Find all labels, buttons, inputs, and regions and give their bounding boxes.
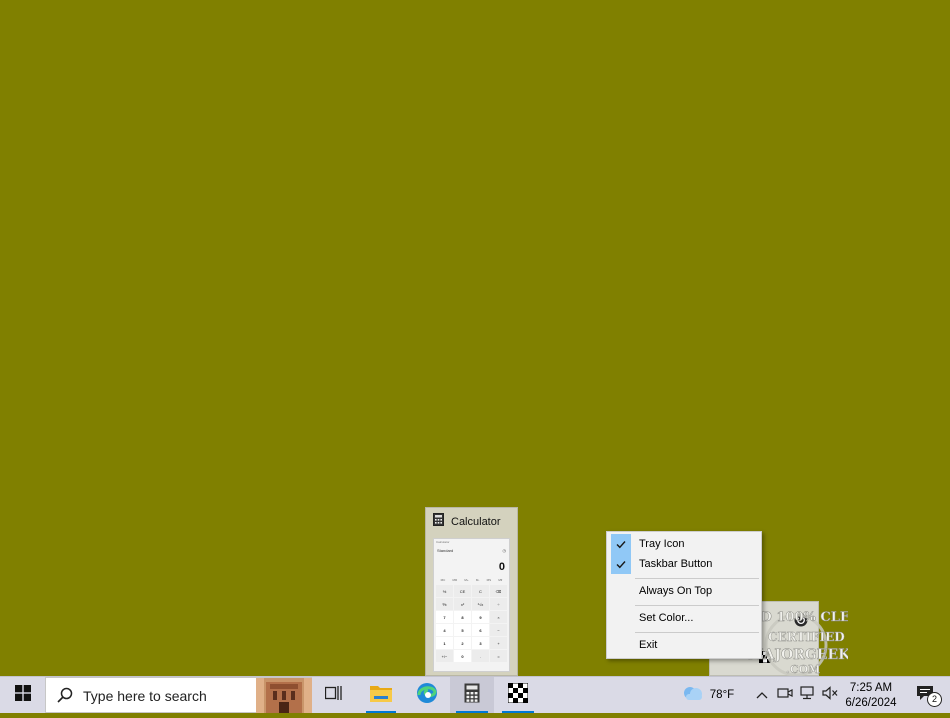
mini-keypad-key: 2	[454, 637, 471, 649]
mini-memory-key: M-	[475, 578, 480, 582]
menu-item-label: Always On Top	[639, 585, 713, 597]
volume-button[interactable]	[819, 677, 841, 713]
calculator-thumbnail-preview[interactable]: Calculator Calculator Standard ◷ 0 MC MR M…	[425, 507, 518, 676]
history-icon: ◷	[502, 548, 507, 553]
menu-separator	[635, 632, 759, 633]
mini-keypad-key: 6	[472, 624, 489, 636]
mini-display-value: 0	[498, 561, 505, 573]
mini-keypad-key: 7	[436, 611, 453, 623]
mini-keypad-key: x²	[454, 598, 471, 610]
mini-keypad-key: ×	[490, 611, 507, 623]
mini-keypad-key: .	[472, 650, 489, 662]
notification-center-button[interactable]: 2	[906, 677, 944, 713]
mini-mode-label: Standard	[437, 548, 454, 553]
checkerboard-app-icon	[507, 682, 529, 708]
thumbnail-header: Calculator	[426, 508, 517, 536]
thumbnail-title: Calculator	[451, 516, 501, 528]
mini-memory-key: MR	[452, 578, 458, 582]
mini-keypad-key: C	[472, 585, 489, 597]
mini-app-title: Calculator	[436, 540, 450, 544]
task-view-icon	[324, 685, 343, 706]
mini-memory-key: MS	[486, 578, 492, 582]
start-button[interactable]	[0, 677, 45, 713]
mini-memory-row: MC MR M+ M- MS M▾	[434, 577, 509, 585]
mini-keypad-key: −	[490, 624, 507, 636]
calculator-taskbar-button[interactable]	[450, 677, 494, 713]
power-icon[interactable]	[794, 613, 808, 632]
menu-item-label: Set Color...	[639, 612, 694, 624]
search-placeholder: Type here to search	[83, 688, 207, 704]
mini-keypad-key: ⌫	[490, 585, 507, 597]
mini-keypad-key: 8	[454, 611, 471, 623]
search-highlight-image	[256, 678, 312, 718]
mini-memory-key: M▾	[498, 578, 503, 582]
menu-item-taskbar-button[interactable]: Taskbar Button	[609, 554, 759, 574]
calculator-window-preview: Calculator Standard ◷ 0 MC MR M+ M- MS M▾ % CE…	[433, 538, 510, 672]
meet-now-icon	[777, 686, 793, 705]
edge-button[interactable]	[406, 677, 448, 713]
menu-separator	[635, 605, 759, 606]
menu-separator	[635, 578, 759, 579]
context-menu: Tray Icon Taskbar Button Always On Top S…	[606, 531, 762, 659]
search-icon	[57, 687, 73, 708]
network-button[interactable]	[797, 677, 819, 713]
mini-memory-key: MC	[440, 578, 446, 582]
checkerboard-app-button[interactable]	[496, 677, 540, 713]
checkmark-icon	[611, 554, 631, 574]
mini-keypad-key: =	[490, 650, 507, 662]
calculator-icon	[433, 513, 444, 531]
notification-icon: 2	[916, 685, 942, 707]
clock-button[interactable]: 7:25 AM 6/26/2024	[842, 677, 900, 713]
notification-count-badge: 2	[927, 691, 942, 707]
show-hidden-icons-button[interactable]	[752, 677, 772, 713]
mini-keypad-key: 0	[454, 650, 471, 662]
weather-temperature: 78°F	[709, 689, 735, 701]
mini-keypad-key: ²√x	[472, 598, 489, 610]
mini-keypad: % CE C ⌫ ⅟x x² ²√x ÷ 7 8 9 × 4 5 6− 1 2 3 + +/− 0. =	[434, 585, 509, 662]
mini-keypad-key: +	[490, 637, 507, 649]
mini-keypad-key: 5	[454, 624, 471, 636]
file-explorer-icon	[370, 684, 392, 707]
calculator-icon	[464, 683, 480, 708]
weather-widget[interactable]: 78°F	[676, 677, 740, 713]
mini-keypad-key: ⅟x	[436, 598, 453, 610]
menu-item-label: Taskbar Button	[639, 558, 713, 570]
menu-item-label: Tray Icon	[639, 538, 685, 550]
menu-item-tray-icon[interactable]: Tray Icon	[609, 534, 759, 554]
chevron-up-icon	[756, 686, 768, 704]
mini-keypad-key: ÷	[490, 598, 507, 610]
mini-keypad-key: %	[436, 585, 453, 597]
menu-item-label: Exit	[639, 639, 658, 651]
checkmark-icon	[611, 534, 631, 554]
mini-keypad-key: 9	[472, 611, 489, 623]
mini-keypad-key: +/−	[436, 650, 453, 662]
clock-date: 6/26/2024	[845, 696, 897, 709]
edge-icon	[416, 682, 438, 709]
taskbar-search-box[interactable]: Type here to search	[45, 677, 312, 713]
mini-keypad-key: 3	[472, 637, 489, 649]
meet-now-button[interactable]	[774, 677, 796, 713]
taskbar: Type here to search 78°F 7:25 AM 6/26/20…	[0, 676, 950, 713]
task-view-button[interactable]	[315, 677, 353, 713]
menu-item-set-color[interactable]: Set Color...	[609, 608, 759, 628]
mini-keypad-key: CE	[454, 585, 471, 597]
windows-start-icon	[14, 684, 31, 706]
mini-memory-key: M+	[464, 578, 469, 582]
clock-time: 7:25 AM	[849, 681, 893, 694]
network-icon	[800, 685, 816, 705]
menu-item-exit[interactable]: Exit	[609, 635, 759, 655]
mini-keypad-key: 4	[436, 624, 453, 636]
weather-icon	[682, 685, 704, 706]
mini-mode-row: Standard ◷	[434, 546, 509, 555]
menu-item-always-on-top[interactable]: Always On Top	[609, 581, 759, 601]
volume-muted-icon	[822, 685, 838, 705]
mini-keypad-key: 1	[436, 637, 453, 649]
file-explorer-button[interactable]	[360, 677, 402, 713]
